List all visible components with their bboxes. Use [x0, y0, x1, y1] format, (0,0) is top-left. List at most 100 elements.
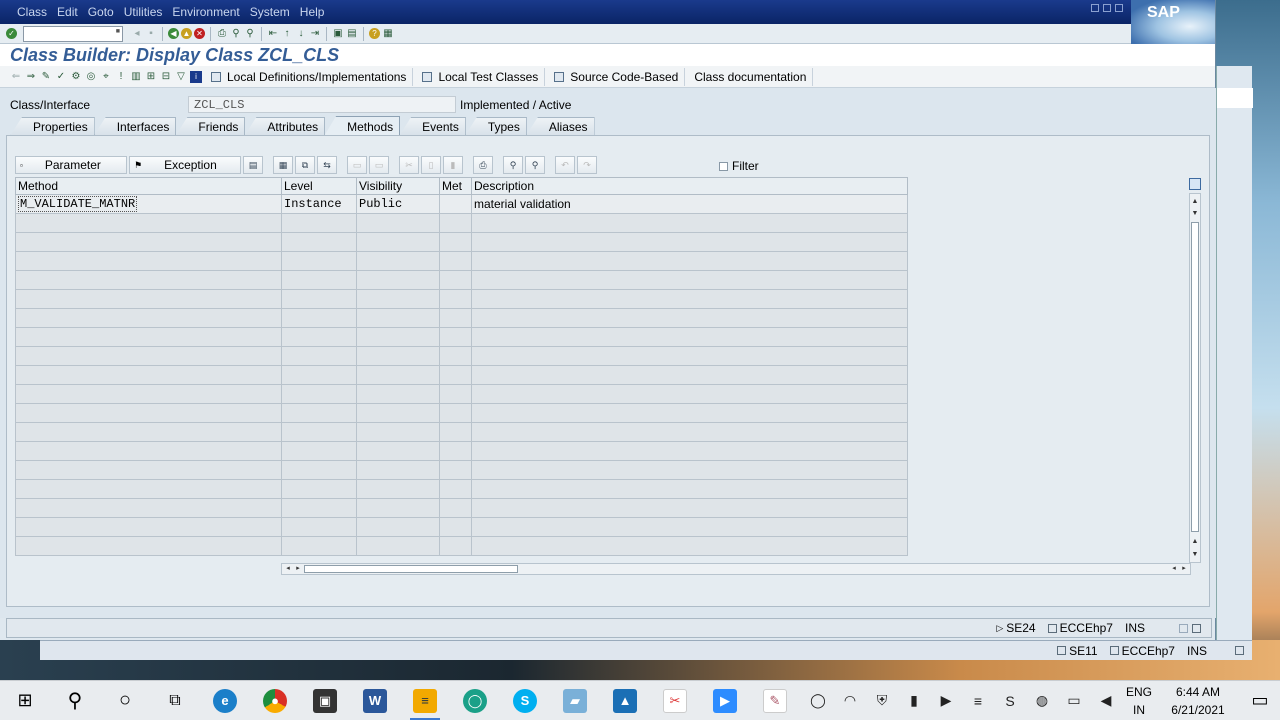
scroll-up-small-icon[interactable]: ▲ — [1191, 538, 1199, 546]
filter-check[interactable] — [719, 161, 728, 171]
maximize-icon[interactable] — [1103, 4, 1111, 12]
class-interface-field[interactable]: ZCL_CLS — [188, 96, 456, 113]
cancel-icon[interactable]: ✕ — [194, 28, 205, 39]
table-row[interactable] — [15, 232, 908, 252]
find-icon[interactable]: ⚲ — [230, 28, 242, 40]
horizontal-scroll-thumb[interactable] — [304, 565, 518, 573]
menu-environment[interactable]: Environment — [171, 5, 240, 19]
cell-method[interactable]: M_VALIDATE_MATNR — [15, 194, 282, 214]
menu-edit[interactable]: Edit — [56, 5, 79, 19]
close-icon[interactable] — [1115, 4, 1123, 12]
files-app[interactable]: ▰ — [550, 681, 600, 720]
menu-help[interactable]: Help — [299, 5, 326, 19]
parameter-button[interactable]: ▫ Parameter — [15, 156, 127, 174]
table-row[interactable] — [15, 460, 908, 480]
table-row[interactable] — [15, 289, 908, 309]
copy-icon[interactable]: ⧉ — [295, 156, 315, 174]
info-icon[interactable]: i — [190, 70, 202, 83]
new-session-icon[interactable]: ▣ — [332, 28, 344, 40]
back-icon[interactable]: ◀ — [168, 28, 179, 39]
object-list-icon[interactable]: ! — [115, 71, 127, 83]
table-row[interactable] — [15, 384, 908, 404]
scroll-down-arrow-icon[interactable]: ▼ — [1191, 551, 1199, 559]
cell-met[interactable] — [439, 194, 472, 214]
tab-friends[interactable]: Friends — [175, 117, 246, 136]
menu-class[interactable]: Class — [16, 5, 48, 19]
table-row[interactable] — [15, 441, 908, 461]
local-test-classes-button[interactable]: Local Test Classes — [416, 67, 546, 86]
first-page-icon[interactable]: ⇤ — [267, 28, 279, 40]
redo-icon[interactable]: ↷ — [577, 156, 597, 174]
status-tcode[interactable]: ▷ SE24 — [992, 621, 1039, 635]
zoom-app[interactable]: ▶ — [700, 681, 750, 720]
scroll-left-small-icon[interactable]: ◂ — [1169, 564, 1179, 574]
cortana-button[interactable]: ○ — [100, 681, 150, 720]
horizontal-scrollbar[interactable]: ◂ ▸ ◂ ▸ — [281, 563, 1191, 575]
print-icon[interactable]: ⎙ — [473, 156, 493, 174]
check-icon[interactable]: ✓ — [55, 71, 67, 83]
layout-icon[interactable]: ▦ — [382, 28, 394, 40]
status-mode[interactable]: INS — [1121, 621, 1149, 635]
activate-icon[interactable]: ⚙ — [70, 71, 82, 83]
skype-app[interactable]: S — [500, 681, 550, 720]
table-row[interactable]: M_VALIDATE_MATNR Instance Public materia… — [15, 194, 908, 214]
insert-row-icon[interactable]: ▭ — [347, 156, 367, 174]
table-row[interactable] — [15, 308, 908, 328]
source-code-based-button[interactable]: Source Code-Based — [548, 67, 686, 86]
chat-tray-icon[interactable]: ◯ — [802, 692, 834, 709]
scroll-right-arrow-icon[interactable]: ▸ — [1179, 564, 1189, 574]
vertical-scrollbar[interactable]: ▲ ▼ ▲ ▼ — [1189, 193, 1201, 563]
cut-icon[interactable]: ✂ — [399, 156, 419, 174]
help-icon[interactable]: ? — [369, 28, 380, 39]
photos-app[interactable]: ▲ — [600, 681, 650, 720]
filter-icon[interactable]: ▽ — [175, 71, 187, 83]
table-row[interactable] — [15, 498, 908, 518]
col-description[interactable]: Description — [471, 177, 908, 195]
shortcut-icon[interactable]: ▤ — [346, 28, 358, 40]
status-system[interactable]: ECCEhp7 — [1044, 621, 1117, 635]
table-row[interactable] — [15, 479, 908, 499]
previous-page-icon[interactable]: ↑ — [281, 28, 293, 40]
table-row[interactable] — [15, 251, 908, 271]
tab-aliases[interactable]: Aliases — [525, 117, 595, 136]
undo-icon[interactable]: ↶ — [555, 156, 575, 174]
enter-icon[interactable]: ✓ — [6, 28, 17, 39]
hierarchy-icon[interactable]: ⊞ — [145, 71, 157, 83]
tab-events[interactable]: Events — [399, 117, 466, 136]
search-button[interactable]: ⚲ — [50, 681, 100, 720]
other-object-icon[interactable]: ⊟ — [160, 71, 172, 83]
word-app[interactable]: W — [350, 681, 400, 720]
table-row[interactable] — [15, 536, 908, 556]
last-page-icon[interactable]: ⇥ — [309, 28, 321, 40]
vertical-scroll-thumb[interactable] — [1191, 222, 1199, 532]
skype-tray-icon[interactable]: S — [994, 693, 1026, 709]
source-code-icon[interactable]: ▤ — [243, 156, 263, 174]
tab-interfaces[interactable]: Interfaces — [93, 117, 177, 136]
cell-level[interactable]: Instance — [281, 194, 357, 214]
table-settings-icon[interactable] — [1189, 178, 1201, 190]
table-row[interactable] — [15, 422, 908, 442]
tab-attributes[interactable]: Attributes — [244, 117, 326, 136]
chrome-app[interactable]: ● — [250, 681, 300, 720]
find-next-icon[interactable]: ⚲ — [244, 28, 256, 40]
command-field[interactable] — [23, 25, 123, 42]
scroll-down-small-icon[interactable]: ▼ — [1191, 210, 1199, 218]
globe-icon[interactable]: ◍ — [1026, 692, 1058, 709]
where-used-icon[interactable]: ⌖ — [100, 71, 112, 83]
back-nav-icon[interactable]: ◂ — [131, 28, 143, 40]
sap-logon-app[interactable]: ≡ — [400, 681, 450, 720]
store-app[interactable]: ▣ — [300, 681, 350, 720]
table-row[interactable] — [15, 403, 908, 423]
class-documentation-button[interactable]: Class documentation — [688, 67, 814, 86]
cell-description[interactable]: material validation — [471, 194, 908, 214]
battery-icon[interactable]: ▭ — [1058, 692, 1090, 709]
save-icon[interactable]: ▪ — [145, 28, 157, 40]
detail-view-icon[interactable]: ▦ — [273, 156, 293, 174]
back-arrow-icon[interactable]: ⇐ — [10, 71, 22, 83]
tab-types[interactable]: Types — [464, 117, 527, 136]
redefine-icon[interactable]: ⇆ — [317, 156, 337, 174]
sap-tray-icon[interactable]: ≡ — [962, 693, 994, 709]
test-icon[interactable]: ◎ — [85, 71, 97, 83]
find-icon[interactable]: ⚲ — [503, 156, 523, 174]
col-level[interactable]: Level — [281, 177, 357, 195]
